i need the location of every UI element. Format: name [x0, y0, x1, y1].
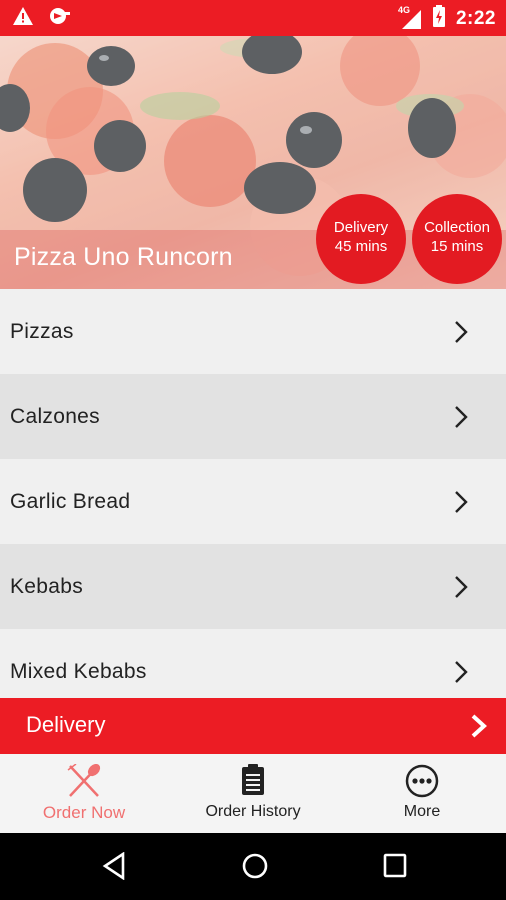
chevron-right-icon — [454, 320, 468, 349]
menu-item-label: Kebabs — [10, 574, 84, 598]
menu-category-list: Pizzas Calzones Garlic Bread Kebabs Mixe… — [0, 289, 506, 714]
menu-item-label: Pizzas — [10, 319, 74, 343]
chevron-right-icon — [454, 405, 468, 434]
menu-item-calzones[interactable]: Calzones — [0, 374, 506, 459]
tab-order-history-label: Order History — [205, 803, 301, 820]
system-nav-bar — [0, 833, 506, 900]
collection-badge-time: 15 mins — [430, 238, 484, 255]
back-icon[interactable] — [101, 851, 127, 885]
chevron-right-icon — [454, 490, 468, 519]
more-dots-icon — [405, 764, 439, 803]
menu-item-label: Calzones — [10, 404, 100, 428]
menu-item-kebabs[interactable]: Kebabs — [0, 544, 506, 629]
menu-item-label: Mixed Kebabs — [10, 659, 147, 683]
battery-charging-icon — [432, 5, 446, 32]
status-bar: 4G 2:22 — [0, 0, 506, 36]
tab-order-history[interactable]: Order History — [169, 754, 337, 833]
chevron-right-icon — [470, 713, 488, 744]
collection-time-badge[interactable]: Collection 15 mins — [412, 194, 502, 284]
delivery-mode-bar[interactable]: Delivery — [0, 698, 506, 754]
clipboard-list-icon — [241, 764, 265, 801]
delivery-time-badge[interactable]: Delivery 45 mins — [316, 194, 406, 284]
tab-order-now[interactable]: Order Now — [0, 754, 168, 833]
bottom-tab-bar: Order Now Order History More — [0, 754, 506, 833]
fork-spoon-icon — [66, 763, 102, 803]
recents-icon[interactable] — [382, 852, 408, 885]
collection-badge-label: Collection — [424, 219, 490, 236]
cast-icon — [48, 6, 72, 31]
home-icon[interactable] — [241, 852, 269, 885]
restaurant-name: Pizza Uno Runcorn — [14, 243, 233, 271]
menu-item-garlic-bread[interactable]: Garlic Bread — [0, 459, 506, 544]
menu-item-label: Garlic Bread — [10, 489, 131, 513]
tab-order-now-label: Order Now — [42, 803, 126, 822]
delivery-mode-label: Delivery — [26, 712, 106, 737]
chevron-right-icon — [454, 660, 468, 689]
warning-icon — [12, 6, 34, 31]
hero-banner: Pizza Uno Runcorn Delivery 45 mins Colle… — [0, 36, 506, 289]
tab-more[interactable]: More — [338, 754, 506, 833]
delivery-badge-time: 45 mins — [334, 238, 388, 255]
network-type: 4G — [397, 4, 410, 15]
status-time: 2:22 — [455, 7, 496, 29]
menu-item-pizzas[interactable]: Pizzas — [0, 289, 506, 374]
delivery-badge-label: Delivery — [333, 219, 389, 236]
tab-more-label: More — [403, 803, 441, 820]
signal-icon: 4G — [397, 4, 422, 30]
chevron-right-icon — [454, 575, 468, 604]
